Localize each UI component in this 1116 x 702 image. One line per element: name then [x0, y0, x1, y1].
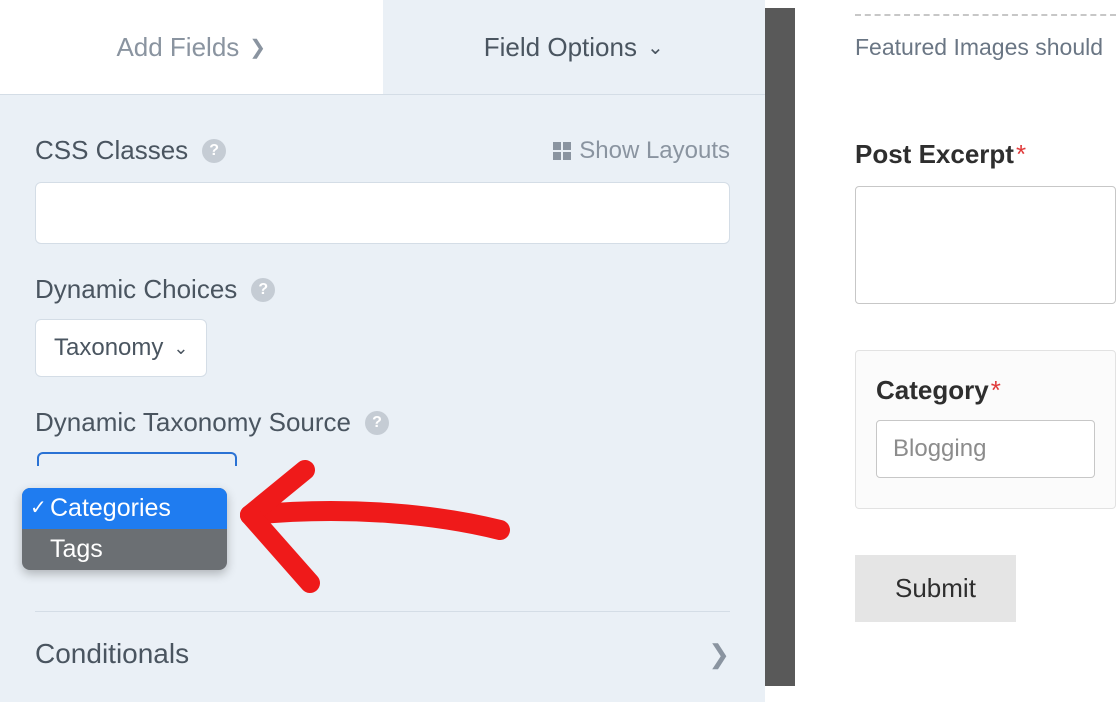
form-preview: Featured Images should Post Excerpt* Cat… [795, 0, 1116, 702]
grid-icon [553, 142, 571, 160]
panel-body: CSS Classes ? Show Layouts Dynamic Choic… [0, 95, 765, 696]
featured-images-hint: Featured Images should [855, 34, 1116, 61]
chevron-down-icon: ⌄ [173, 338, 188, 359]
dynamic-choices-value: Taxonomy [54, 334, 163, 362]
dynamic-choices-label: Dynamic Choices [35, 274, 237, 305]
category-select[interactable]: Blogging [876, 420, 1095, 478]
dashed-placeholder [855, 6, 1116, 16]
category-field-box: Category* Blogging [855, 350, 1116, 509]
category-value: Blogging [893, 435, 986, 463]
required-star: * [991, 375, 1001, 405]
help-icon[interactable]: ? [365, 411, 389, 435]
show-layouts-button[interactable]: Show Layouts [553, 137, 730, 165]
tab-add-fields[interactable]: Add Fields ❯ [0, 0, 383, 94]
chevron-right-icon: ❯ [708, 639, 730, 670]
tab-field-options[interactable]: Field Options ⌄ [383, 0, 766, 94]
taxonomy-source-dropdown: Categories Tags [22, 488, 227, 570]
chevron-right-icon: ❯ [249, 35, 266, 60]
dynamic-taxonomy-source-label: Dynamic Taxonomy Source [35, 407, 351, 438]
help-icon[interactable]: ? [202, 139, 226, 163]
dropdown-option-categories[interactable]: Categories [22, 488, 227, 529]
category-label: Category [876, 375, 989, 405]
submit-button[interactable]: Submit [855, 555, 1016, 622]
post-excerpt-label: Post Excerpt [855, 139, 1014, 169]
conditionals-row[interactable]: Conditionals ❯ [35, 612, 730, 696]
dropdown-option-tags[interactable]: Tags [22, 529, 227, 570]
dynamic-choices-select[interactable]: Taxonomy ⌄ [35, 319, 207, 377]
required-star: * [1016, 139, 1026, 169]
chevron-down-icon: ⌄ [647, 35, 664, 60]
tabs: Add Fields ❯ Field Options ⌄ [0, 0, 765, 95]
conditionals-label: Conditionals [35, 638, 189, 670]
dynamic-taxonomy-source-select[interactable] [37, 452, 237, 466]
css-classes-input[interactable] [35, 182, 730, 244]
panel-gap [765, 0, 795, 702]
post-excerpt-textarea[interactable] [855, 186, 1116, 304]
tab-label: Field Options [484, 32, 637, 63]
css-classes-label: CSS Classes [35, 135, 188, 166]
tab-label: Add Fields [116, 32, 239, 63]
show-layouts-label: Show Layouts [579, 137, 730, 165]
help-icon[interactable]: ? [251, 278, 275, 302]
field-options-panel: Add Fields ❯ Field Options ⌄ CSS Classes… [0, 0, 765, 702]
